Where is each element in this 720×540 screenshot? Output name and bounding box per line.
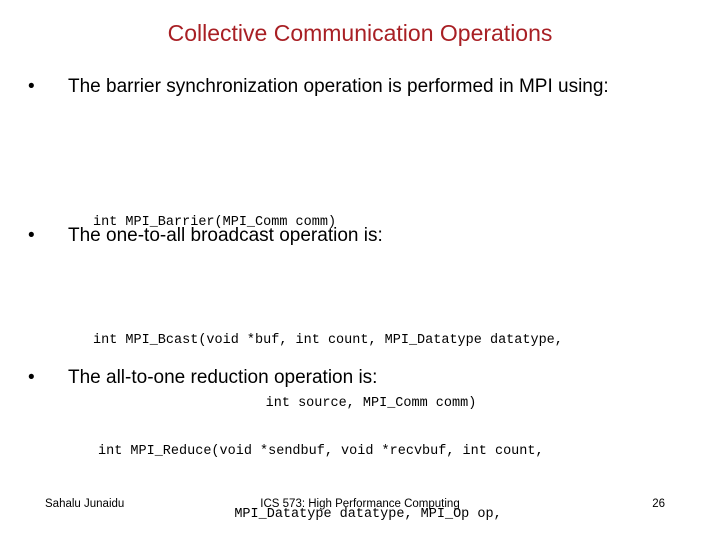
code-line-bcast-1: int MPI_Bcast(void *buf, int count, MPI_… — [93, 333, 563, 348]
code-line-reduce-1: int MPI_Reduce(void *sendbuf, void *recv… — [98, 444, 544, 459]
footer-course-title: ICS 573: High Performance Computing — [260, 498, 460, 510]
bullet-item-2: • The one-to-all broadcast operation is: — [28, 222, 648, 249]
bullet-marker-icon: • — [28, 367, 35, 388]
bullet-item-3: • The all-to-one reduction operation is: — [28, 364, 648, 391]
code-block-mpi-reduce: int MPI_Reduce(void *sendbuf, void *recv… — [98, 399, 638, 540]
slide: Collective Communication Operations • Th… — [0, 0, 720, 540]
page-title: Collective Communication Operations — [167, 20, 553, 46]
bullet-marker-icon: • — [28, 76, 35, 97]
bullet-item-1: • The barrier synchronization operation … — [28, 73, 688, 100]
footer-page-number: 26 — [652, 498, 665, 510]
bullet-text-3: The all-to-one reduction operation is: — [68, 367, 378, 388]
slide-footer: Sahalu Junaidu ICS 573: High Performance… — [0, 496, 720, 516]
bullet-marker-icon: • — [28, 225, 35, 246]
bullet-text-1: The barrier synchronization operation is… — [68, 76, 609, 97]
bullet-text-2: The one-to-all broadcast operation is: — [68, 225, 383, 246]
